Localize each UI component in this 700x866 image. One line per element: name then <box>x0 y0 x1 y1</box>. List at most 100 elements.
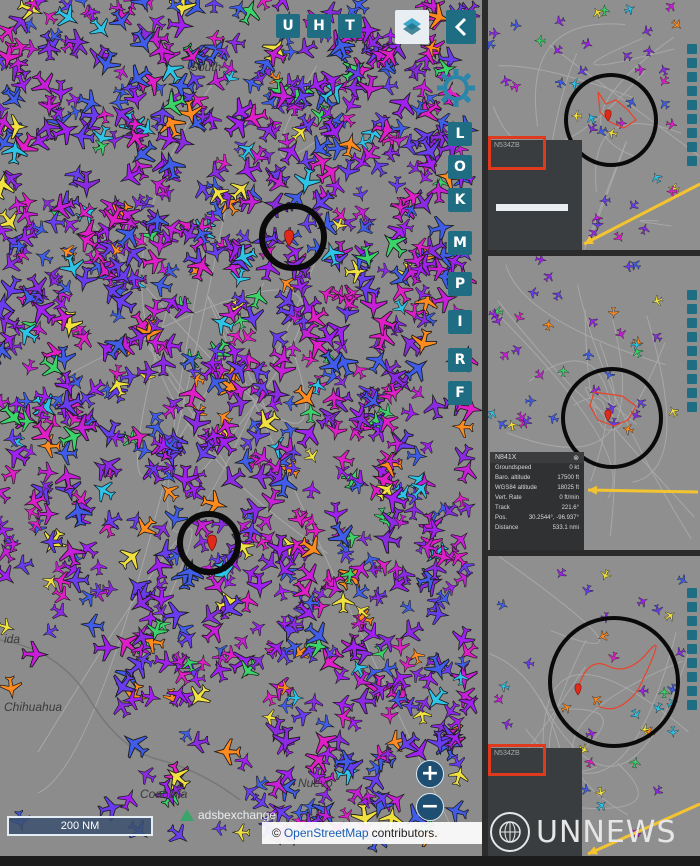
aircraft-icon[interactable] <box>663 0 678 14</box>
aircraft-icon[interactable] <box>449 441 479 471</box>
aircraft-icon[interactable] <box>635 594 650 609</box>
aircraft-icon[interactable] <box>390 637 411 658</box>
aircraft-icon[interactable] <box>492 692 507 707</box>
aircraft-icon[interactable] <box>611 230 626 245</box>
aircraft-icon[interactable] <box>598 194 611 207</box>
aircraft-icon[interactable] <box>497 680 511 693</box>
map-pin-icon[interactable] <box>207 534 217 552</box>
aircraft-icon[interactable] <box>623 2 637 16</box>
aircraft-icon[interactable] <box>271 582 292 603</box>
aircraft-icon[interactable] <box>649 170 663 184</box>
toolbar-button-o[interactable]: O <box>448 155 472 179</box>
aircraft-icon[interactable] <box>607 651 621 665</box>
aircraft-icon[interactable] <box>90 557 108 576</box>
aircraft-icon[interactable] <box>302 479 322 500</box>
toolbar-button-u[interactable]: U <box>276 14 300 38</box>
aircraft-icon[interactable] <box>289 703 314 728</box>
aircraft-icon[interactable] <box>301 349 321 369</box>
aircraft-icon[interactable] <box>134 763 159 788</box>
aircraft-icon[interactable] <box>372 627 402 657</box>
aircraft-icon[interactable] <box>598 4 610 16</box>
aircraft-icon[interactable] <box>331 589 355 614</box>
aircraft-icon[interactable] <box>114 540 149 575</box>
toolbar-button-l[interactable]: L <box>448 122 472 146</box>
aircraft-icon[interactable] <box>231 823 251 842</box>
toolbar-button-t[interactable]: T <box>338 14 362 38</box>
aircraft-icon[interactable] <box>495 416 510 431</box>
aircraft-icon[interactable] <box>666 404 681 419</box>
aircraft-icon[interactable] <box>400 403 421 424</box>
aircraft-icon[interactable] <box>253 0 274 13</box>
toolbar-button-m[interactable]: M <box>448 231 472 255</box>
aircraft-icon[interactable] <box>512 310 526 324</box>
aircraft-icon[interactable] <box>542 318 555 332</box>
aircraft-icon[interactable] <box>101 580 119 598</box>
aircraft-icon[interactable] <box>554 76 567 89</box>
aircraft-icon[interactable] <box>21 39 41 59</box>
aircraft-icon[interactable] <box>669 17 684 32</box>
aircraft-icon[interactable] <box>21 640 50 668</box>
aircraft-icon[interactable] <box>62 567 90 593</box>
aircraft-icon[interactable] <box>667 182 680 195</box>
aircraft-icon[interactable] <box>570 110 583 122</box>
aircraft-icon[interactable] <box>314 713 337 736</box>
aircraft-icon[interactable] <box>667 726 679 739</box>
aircraft-icon[interactable] <box>557 364 569 377</box>
aircraft-icon[interactable] <box>69 324 98 353</box>
close-icon[interactable]: ⊗ <box>573 454 579 462</box>
aircraft-icon[interactable] <box>640 24 654 38</box>
aircraft-icon[interactable] <box>546 411 560 425</box>
aircraft-icon[interactable] <box>509 79 523 93</box>
aircraft-icon[interactable] <box>510 342 525 357</box>
aircraft-icon[interactable] <box>634 64 647 76</box>
aircraft-icon[interactable] <box>292 35 321 64</box>
aircraft-icon[interactable] <box>176 724 196 744</box>
aircraft-icon[interactable] <box>215 462 250 497</box>
aircraft-icon[interactable] <box>510 19 523 31</box>
aircraft-icon[interactable] <box>301 446 322 467</box>
toolbar-button-p[interactable]: P <box>448 272 472 296</box>
aircraft-icon[interactable] <box>390 118 412 139</box>
aircraft-icon[interactable] <box>375 226 412 263</box>
aircraft-icon[interactable] <box>629 756 642 769</box>
gear-icon[interactable] <box>434 66 478 110</box>
aircraft-icon[interactable] <box>638 222 651 235</box>
aircraft-icon[interactable] <box>336 131 364 159</box>
aircraft-icon[interactable] <box>331 447 356 472</box>
toolbar-button-k[interactable]: K <box>448 188 472 212</box>
aircraft-icon[interactable] <box>115 786 142 813</box>
map-pin-icon[interactable] <box>574 683 582 696</box>
aircraft-icon[interactable] <box>451 416 475 438</box>
aircraft-icon[interactable] <box>451 456 482 487</box>
aircraft-icon[interactable] <box>580 37 594 51</box>
aircraft-icon[interactable] <box>406 646 426 666</box>
aircraft-icon[interactable] <box>488 36 498 51</box>
aircraft-icon[interactable] <box>204 240 228 264</box>
aircraft-icon[interactable] <box>526 286 540 299</box>
aircraft-icon[interactable] <box>0 675 23 700</box>
aircraft-icon[interactable] <box>496 598 510 612</box>
toolbar-button-f[interactable]: F <box>448 381 472 405</box>
aircraft-icon[interactable] <box>651 603 664 616</box>
toolbar-button-h[interactable]: H <box>307 14 331 38</box>
aircraft-icon[interactable] <box>534 256 548 266</box>
aircraft-icon[interactable] <box>533 35 546 47</box>
aircraft-icon[interactable] <box>650 784 665 799</box>
aircraft-icon[interactable] <box>47 599 72 624</box>
chevron-left-icon[interactable] <box>446 10 476 44</box>
aircraft-icon[interactable] <box>599 568 613 582</box>
aircraft-icon[interactable] <box>204 0 224 14</box>
aircraft-icon[interactable] <box>19 358 39 378</box>
aircraft-icon[interactable] <box>89 476 119 506</box>
aircraft-icon[interactable] <box>376 262 394 279</box>
aircraft-icon[interactable] <box>552 14 566 28</box>
zoom-in-button[interactable]: + <box>416 760 444 788</box>
aircraft-icon[interactable] <box>633 395 648 410</box>
aircraft-icon[interactable] <box>0 560 21 591</box>
aircraft-icon[interactable] <box>498 347 513 362</box>
aircraft-icon[interactable] <box>488 406 499 421</box>
aircraft-icon[interactable] <box>629 707 644 722</box>
aircraft-icon[interactable] <box>116 726 154 764</box>
aircraft-icon[interactable] <box>425 602 450 627</box>
zoom-out-button[interactable]: − <box>416 793 444 821</box>
